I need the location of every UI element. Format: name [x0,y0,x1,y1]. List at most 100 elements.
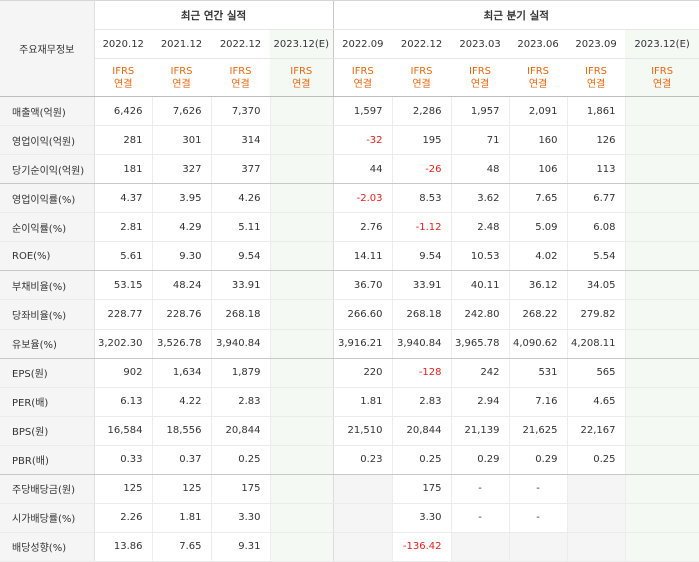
annual-value-cell: 20,844 [211,416,271,446]
quarter-value-cell: 4.65 [567,387,626,417]
ifrs-text: IFRS [527,65,550,77]
quarter-value-cell: 0.23 [332,445,393,475]
annual-value-cell: 3,202.30 [94,329,153,359]
quarter-value-cell [451,532,510,562]
annual-value-cell [270,387,334,417]
quarter-value-cell: 4,208.11 [567,329,626,359]
annual-value-cell [270,474,334,504]
annual-value-cell: 181 [94,154,153,185]
quarter-value-cell: 106 [509,154,568,185]
row-label: EPS(원) [0,358,95,388]
row-label: 당기순이익(억원) [0,154,95,185]
quarter-value-cell: - [451,503,510,533]
quarter-period-1: 2022.12 [392,29,452,59]
quarter-value-cell: 1,957 [451,96,510,127]
row-label: 매출액(억원) [0,96,95,127]
annual-value-cell [270,125,334,156]
annual-value-cell: 16,584 [94,416,153,446]
quarter-value-cell: 3.62 [451,183,510,214]
annual-value-cell [270,241,334,272]
annual-group-header: 최근 연간 실적 [94,0,334,30]
annual-value-cell: 33.91 [211,270,271,301]
ifrs-text: IFRS [112,65,135,77]
annual-value-cell [270,183,334,214]
quarter-value-cell: 36.12 [509,270,568,301]
consolidated-text: 연결 [528,78,548,90]
table-row: ROE(%) 5.61 9.30 9.54 14.11 9.54 10.53 4.02 5.54 [0,241,699,272]
quarter-value-cell [625,329,699,359]
quarter-value-cell: 5.09 [509,212,568,243]
quarter-value-cell: 266.60 [332,299,393,330]
quarter-value-cell: 6.77 [567,183,626,214]
quarter-value-cell: 34.05 [567,270,626,301]
row-label: 배당성향(%) [0,532,95,562]
annual-value-cell: 0.33 [94,445,153,475]
consolidated-text: 연결 [470,78,490,90]
quarter-value-cell: - [509,503,568,533]
annual-value-cell: 0.25 [211,445,271,475]
quarter-period-3: 2023.06 [509,29,568,59]
quarter-value-cell [625,125,699,156]
quarter-value-cell: -32 [332,125,393,156]
annual-value-cell: 125 [94,474,153,504]
quarter-value-cell: -1.12 [392,212,452,243]
annual-value-cell: 9.31 [211,532,271,562]
annual-value-cell: 314 [211,125,271,156]
ifrs-row: IFRS 연결 IFRS 연결 IFRS 연결 IFRS 연결 IFRS 연결 IFRS 연결 IFRS… [0,58,699,97]
table-row: BPS(원) 16,584 18,556 20,844 21,510 20,844 21,1… [0,416,699,446]
annual-value-cell: 2.83 [211,387,271,417]
quarter-value-cell: 36.70 [332,270,393,301]
ifrs-text: IFRS [585,65,608,77]
quarter-value-cell: 5.54 [567,241,626,272]
annual-value-cell: 2.81 [94,212,153,243]
annual-value-cell: 9.54 [211,241,271,272]
annual-value-cell: 3,526.78 [152,329,212,359]
financial-summary-table: 주요재무정보 최근 연간 실적 최근 분기 실적 2020.12 2021.12 2… [0,0,699,562]
quarter-value-cell [625,183,699,214]
table-row: 배당성향(%) 13.86 7.65 9.31 -136.42 [0,532,699,562]
quarter-value-cell: 8.53 [392,183,452,214]
quarter-value-cell [625,387,699,417]
quarter-period-4: 2023.09 [567,29,626,59]
annual-value-cell: 5.11 [211,212,271,243]
annual-value-cell: 3.95 [152,183,212,214]
quarter-value-cell: - [451,474,510,504]
annual-value-cell: 7.65 [152,532,212,562]
quarter-period-2: 2023.03 [451,29,510,59]
quarter-value-cell: 2.83 [392,387,452,417]
row-label: 당좌비율(%) [0,299,95,330]
quarter-ifrs-label-2: IFRS 연결 [451,58,510,97]
annual-value-cell: 6.13 [94,387,153,417]
annual-value-cell: 0.37 [152,445,212,475]
ifrs-text: IFRS [651,65,674,77]
annual-value-cell: 48.24 [152,270,212,301]
ifrs-text: IFRS [229,65,252,77]
quarter-value-cell: 3,916.21 [332,329,393,359]
annual-value-cell [270,212,334,243]
annual-ifrs-label-0: IFRS 연결 [94,58,152,97]
quarter-value-cell [625,96,699,127]
ifrs-text: IFRS [290,65,313,77]
table-row: 당기순이익(억원) 181 327 377 44 -26 48 106 113 [0,154,699,185]
quarter-value-cell: 160 [509,125,568,156]
quarter-value-cell: 1.81 [332,387,393,417]
annual-value-cell: 268.18 [211,299,271,330]
quarter-value-cell: 113 [567,154,626,185]
row-label: 순이익률(%) [0,212,95,243]
quarter-value-cell: 531 [509,358,568,388]
quarter-ifrs-label-4: IFRS 연결 [567,58,626,97]
consolidated-text: 연결 [412,78,431,90]
quarter-value-cell [332,503,393,533]
quarter-value-cell: 220 [332,358,393,388]
quarter-value-cell: 3,965.78 [451,329,510,359]
consolidated-text: 연결 [586,78,606,90]
quarter-value-cell: 20,844 [392,416,452,446]
quarter-value-cell: 4,090.62 [509,329,568,359]
row-label: 유보율(%) [0,329,95,359]
annual-value-cell: 4.22 [152,387,212,417]
ifrs-text: IFRS [351,65,374,77]
quarter-value-cell [567,532,626,562]
period-row: 2020.12 2021.12 2022.12 2023.12(E) 2022.09 20… [0,29,699,59]
quarter-value-cell: 44 [332,154,393,185]
quarter-value-cell [625,299,699,330]
